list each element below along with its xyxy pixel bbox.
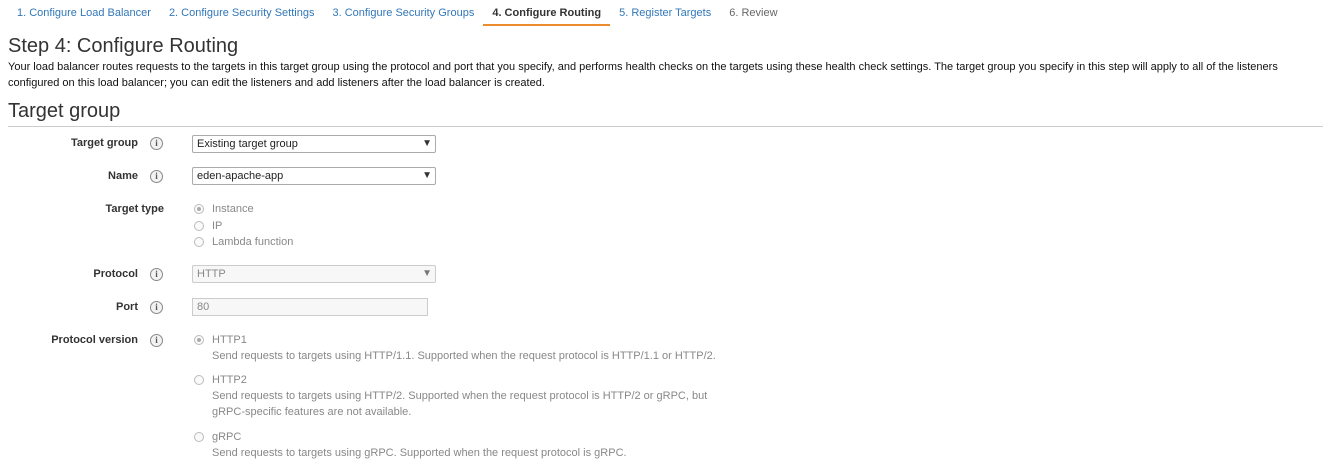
protocol-select-value: HTTP — [197, 268, 226, 280]
name-label: Name — [108, 170, 138, 182]
tab-configure-security-groups[interactable]: 3. Configure Security Groups — [323, 0, 483, 26]
name-select[interactable]: eden-apache-app ▼ — [192, 167, 436, 185]
radio-label: HTTP1 — [212, 334, 247, 346]
info-icon[interactable]: i — [150, 137, 163, 150]
port-input[interactable]: 80 — [192, 298, 428, 316]
radio-button[interactable] — [194, 335, 204, 345]
port-label: Port — [116, 301, 138, 313]
target-group-select-value: Existing target group — [197, 138, 298, 150]
tab-register-targets[interactable]: 5. Register Targets — [610, 0, 720, 26]
protocol-version-label: Protocol version — [51, 334, 138, 346]
wizard-tabs: 1. Configure Load Balancer 2. Configure … — [8, 0, 787, 26]
radio-button[interactable] — [194, 375, 204, 385]
protocol-select[interactable]: HTTP ▼ — [192, 265, 436, 283]
http2-description-line2: gRPC-specific features are not available… — [212, 406, 412, 418]
page-intro: Your load balancer routes requests to th… — [8, 61, 1278, 89]
radio-label: IP — [212, 220, 223, 232]
info-icon[interactable]: i — [150, 334, 163, 347]
target-group-label: Target group — [70, 137, 138, 149]
http2-description-line1: Send requests to targets using HTTP/2. S… — [212, 390, 708, 402]
radio-button[interactable] — [194, 221, 204, 231]
tab-configure-routing[interactable]: 4. Configure Routing — [483, 0, 611, 26]
section-title-target-group: Target group — [8, 100, 121, 122]
radio-button[interactable] — [194, 204, 204, 214]
radio-button[interactable] — [194, 432, 204, 442]
tab-configure-load-balancer[interactable]: 1. Configure Load Balancer — [8, 0, 160, 26]
radio-label: Lambda function — [212, 236, 294, 248]
radio-label: HTTP2 — [212, 374, 247, 386]
chevron-down-icon: ▼ — [422, 268, 432, 279]
name-select-value: eden-apache-app — [197, 170, 284, 182]
radio-label: Instance — [212, 203, 254, 215]
target-type-label: Target type — [105, 203, 164, 215]
protocol-label: Protocol — [93, 268, 138, 280]
chevron-down-icon: ▼ — [422, 170, 432, 181]
radio-button[interactable] — [194, 237, 204, 247]
tab-review[interactable]: 6. Review — [720, 0, 786, 26]
info-icon[interactable]: i — [150, 301, 163, 314]
section-divider — [8, 126, 1323, 127]
info-icon[interactable]: i — [150, 268, 163, 281]
chevron-down-icon: ▼ — [422, 138, 432, 149]
grpc-description: Send requests to targets using gRPC. Sup… — [212, 447, 627, 459]
http1-description: Send requests to targets using HTTP/1.1.… — [212, 350, 716, 362]
target-group-select[interactable]: Existing target group ▼ — [192, 135, 436, 153]
tab-configure-security-settings[interactable]: 2. Configure Security Settings — [160, 0, 324, 26]
info-icon[interactable]: i — [150, 170, 163, 183]
page-title: Step 4: Configure Routing — [8, 35, 239, 57]
radio-label: gRPC — [212, 431, 242, 443]
